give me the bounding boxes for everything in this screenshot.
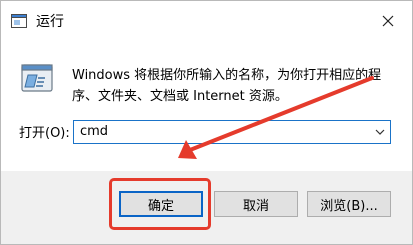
window-title: 运行 [36, 14, 64, 30]
ok-button[interactable]: 确定 [119, 191, 203, 217]
title-bar: 运行 [1, 1, 412, 41]
browse-button[interactable]: 浏览(B)... [307, 191, 391, 217]
open-label: 打开(O): [19, 126, 70, 141]
run-dialog-icon [21, 62, 55, 94]
dialog-description: Windows 将根据你所输入的名称，为你打开相应的程序、文件夹、文档或 Int… [72, 68, 382, 104]
close-button[interactable] [376, 9, 400, 33]
close-icon [382, 15, 394, 27]
command-input[interactable]: cmd [80, 124, 108, 140]
command-combobox[interactable]: cmd [73, 120, 391, 144]
cancel-button[interactable]: 取消 [214, 191, 298, 217]
dialog-content: Windows 将根据你所输入的名称，为你打开相应的程序、文件夹、文档或 Int… [1, 41, 412, 171]
chevron-down-icon[interactable] [374, 126, 386, 138]
button-bar: 确定 取消 浏览(B)... [1, 171, 412, 244]
run-app-icon [11, 14, 27, 28]
run-dialog-window: 运行 Windows 将根据你所输入的名称，为你打开相应的程序、文件夹、文档或 … [0, 0, 413, 245]
